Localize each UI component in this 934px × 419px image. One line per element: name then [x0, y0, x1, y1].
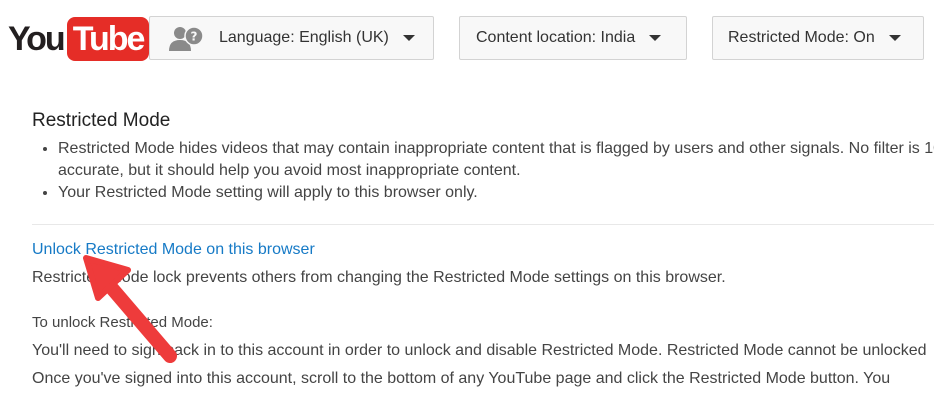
- youtube-logo[interactable]: You Tube: [8, 17, 150, 61]
- bullet-item: Your Restricted Mode setting will apply …: [58, 182, 934, 204]
- caret-down-icon: [888, 35, 901, 41]
- logo-you-text: You: [8, 20, 66, 58]
- unlock-heading: To unlock Restricted Mode:: [32, 314, 213, 331]
- logo-tube-box: Tube: [66, 17, 150, 61]
- restricted-mode-dropdown[interactable]: Restricted Mode: On: [712, 16, 924, 60]
- section-title: Restricted Mode: [32, 110, 171, 131]
- lock-description: Restricted Mode lock prevents others fro…: [32, 269, 726, 286]
- info-bullets: Restricted Mode hides videos that may co…: [32, 138, 934, 204]
- caret-down-icon: [402, 35, 415, 41]
- restricted-mode-label: Restricted Mode: On: [728, 29, 875, 46]
- unlock-instruction-line: You'll need to sign back in to this acco…: [32, 342, 927, 359]
- bullet-item: Restricted Mode hides videos that may co…: [58, 138, 934, 182]
- page: You Tube ? Language: English (UK) Conten…: [0, 0, 934, 419]
- language-people-icon: ?: [169, 26, 204, 51]
- language-dropdown[interactable]: ? Language: English (UK): [149, 16, 434, 60]
- logo-tube-text: Tube: [72, 20, 146, 58]
- content-location-dropdown[interactable]: Content location: India: [459, 16, 687, 60]
- unlock-restricted-mode-link[interactable]: Unlock Restricted Mode on this browser: [32, 241, 315, 259]
- divider: [32, 224, 934, 225]
- bullet-text: Restricted Mode hides videos that may co…: [58, 140, 934, 179]
- unlock-instruction-line: Once you've signed into this account, sc…: [32, 370, 891, 387]
- content-location-label: Content location: India: [476, 29, 636, 46]
- caret-down-icon: [649, 35, 662, 41]
- bullet-text: Your Restricted Mode setting will apply …: [58, 184, 478, 201]
- language-label: Language: English (UK): [219, 29, 389, 46]
- svg-text:?: ?: [191, 30, 198, 44]
